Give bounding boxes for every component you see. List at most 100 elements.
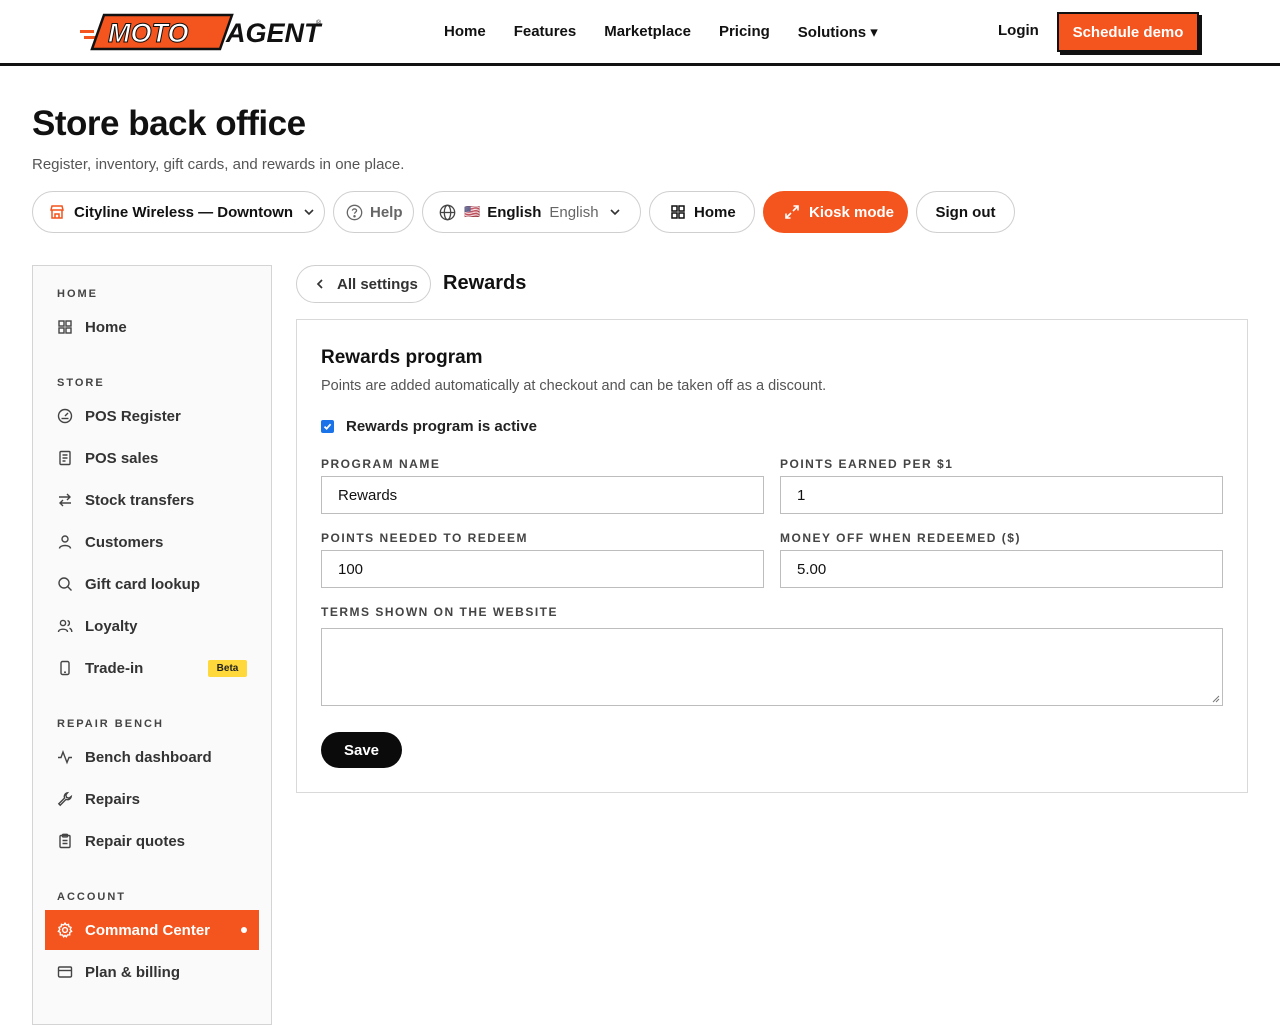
svg-text:AGENT: AGENT — [225, 18, 323, 48]
store-name: Cityline Wireless — Downtown — [74, 203, 294, 221]
rewards-card: Rewards program Points are added automat… — [296, 319, 1248, 793]
wrench-icon — [57, 791, 73, 807]
beta-badge: Beta — [208, 660, 247, 677]
chevron-down-icon — [304, 209, 314, 216]
sidebar-item-label: Plan & billing — [85, 963, 181, 981]
points-to-redeem-label: POINTS NEEDED TO REDEEM — [321, 531, 528, 545]
clipboard-icon — [59, 833, 71, 849]
all-settings-button[interactable]: All settings — [296, 265, 431, 303]
program-name-label: PROGRAM NAME — [321, 457, 441, 471]
rewards-active-label: Rewards program is active — [346, 418, 537, 435]
sidebar-item-label: Loyalty — [85, 617, 138, 635]
kiosk-label: Kiosk mode — [809, 203, 895, 221]
page-subtitle: Register, inventory, gift cards, and rew… — [32, 156, 405, 173]
gear-icon — [57, 922, 73, 938]
all-settings-label: All settings — [337, 275, 418, 293]
motoagent-logo[interactable]: MOTO AGENT ® — [80, 13, 326, 51]
globe-icon — [439, 204, 456, 220]
grid-icon — [671, 205, 685, 219]
resize-handle-icon[interactable] — [1212, 695, 1220, 703]
language-selector[interactable]: 🇺🇸 English English — [422, 191, 641, 233]
sidebar-item-command-center[interactable]: Command Center — [45, 910, 259, 950]
users-icon — [57, 619, 73, 633]
sidebar-item-pos-sales[interactable]: POS sales — [45, 438, 259, 478]
sidebar-item-label: Trade-in — [85, 659, 144, 677]
language-flag: 🇺🇸 — [464, 204, 480, 219]
check-icon — [323, 423, 332, 431]
login-link[interactable]: Login — [998, 22, 1039, 39]
chevron-left-icon — [316, 279, 323, 289]
active-indicator — [241, 927, 247, 933]
sidebar-item-label: Customers — [85, 533, 164, 551]
money-off-label: MONEY OFF WHEN REDEEMED ($) — [780, 531, 1021, 545]
search-icon — [58, 577, 72, 591]
card-title: Rewards program — [321, 347, 483, 368]
nav-home[interactable]: Home — [444, 23, 486, 40]
language-label: English — [487, 203, 542, 221]
store-selector[interactable]: Cityline Wireless — Downtown — [32, 191, 325, 233]
save-button[interactable]: Save — [321, 732, 402, 768]
terms-textarea[interactable] — [321, 628, 1223, 706]
sidebar-item-repairs[interactable]: Repairs — [45, 779, 259, 819]
help-label: Help — [370, 203, 403, 221]
sidebar-section-home: HOME — [57, 288, 98, 300]
kiosk-mode-button[interactable]: Kiosk mode — [763, 191, 908, 233]
rewards-active-checkbox[interactable] — [321, 420, 334, 433]
sidebar-item-label: Repairs — [85, 790, 141, 808]
help-icon — [346, 204, 363, 220]
terms-label: TERMS SHOWN ON THE WEBSITE — [321, 605, 558, 619]
sidebar-item-label: Bench dashboard — [85, 748, 212, 766]
receipt-icon — [59, 450, 71, 466]
sidebar-item-trade-in[interactable]: Trade-in Beta — [45, 648, 259, 688]
phone-icon — [60, 660, 70, 676]
sidebar: HOME Home STORE POS Register POS sales S… — [32, 265, 272, 1025]
sidebar-item-loyalty[interactable]: Loyalty — [45, 606, 259, 646]
money-off-input[interactable]: 5.00 — [780, 550, 1223, 588]
sidebar-item-home[interactable]: Home — [45, 307, 259, 347]
program-name-input[interactable]: Rewards — [321, 476, 764, 514]
sidebar-item-repair-quotes[interactable]: Repair quotes — [45, 821, 259, 861]
svg-text:®: ® — [316, 19, 322, 27]
sidebar-item-gift-card-lookup[interactable]: Gift card lookup — [45, 564, 259, 604]
sidebar-item-label: Gift card lookup — [85, 575, 201, 593]
nav-marketplace[interactable]: Marketplace — [604, 23, 691, 40]
sidebar-item-pos-register[interactable]: POS Register — [45, 396, 259, 436]
transfer-icon — [59, 493, 71, 507]
sidebar-item-bench-dashboard[interactable]: Bench dashboard — [45, 737, 259, 777]
home-button[interactable]: Home — [649, 191, 755, 233]
nav-pricing[interactable]: Pricing — [719, 23, 770, 40]
points-per-dollar-input[interactable]: 1 — [780, 476, 1223, 514]
schedule-demo-button[interactable]: Schedule demo — [1057, 12, 1199, 52]
gauge-icon — [57, 408, 73, 424]
store-icon — [50, 205, 64, 219]
expand-icon — [785, 205, 799, 219]
page-title: Store back office — [32, 104, 306, 143]
sidebar-item-label: POS Register — [85, 407, 181, 425]
points-to-redeem-input[interactable]: 100 — [321, 550, 764, 588]
user-icon — [58, 535, 72, 549]
help-button[interactable]: Help — [333, 191, 414, 233]
sidebar-item-label: Repair quotes — [85, 832, 186, 850]
sidebar-item-label: Command Center — [85, 921, 211, 939]
top-navigation: MOTO AGENT ® Home Features Marketplace P… — [0, 0, 1280, 66]
home-label: Home — [694, 203, 736, 221]
rewards-active-toggle[interactable]: Rewards program is active — [321, 418, 537, 435]
sidebar-item-label: Home — [85, 318, 127, 336]
sidebar-item-customers[interactable]: Customers — [45, 522, 259, 562]
sidebar-item-label: POS sales — [85, 449, 159, 467]
sign-out-button[interactable]: Sign out — [916, 191, 1015, 233]
card-description: Points are added automatically at checko… — [321, 378, 827, 394]
sidebar-section-store: STORE — [57, 377, 105, 389]
sidebar-item-label: Stock transfers — [85, 491, 195, 509]
grid-icon — [58, 320, 72, 334]
sidebar-item-plan-billing[interactable]: Plan & billing — [45, 952, 259, 992]
card-icon — [57, 966, 73, 978]
svg-text:MOTO: MOTO — [108, 18, 189, 48]
nav-features[interactable]: Features — [514, 23, 577, 40]
language-native-label: English — [549, 203, 599, 221]
sidebar-section-account: ACCOUNT — [57, 891, 126, 903]
section-title: Rewards — [443, 272, 527, 294]
chevron-down-icon — [609, 209, 620, 216]
nav-solutions-dropdown[interactable]: Solutions ▾ — [798, 23, 878, 41]
sidebar-item-stock-transfers[interactable]: Stock transfers — [45, 480, 259, 520]
